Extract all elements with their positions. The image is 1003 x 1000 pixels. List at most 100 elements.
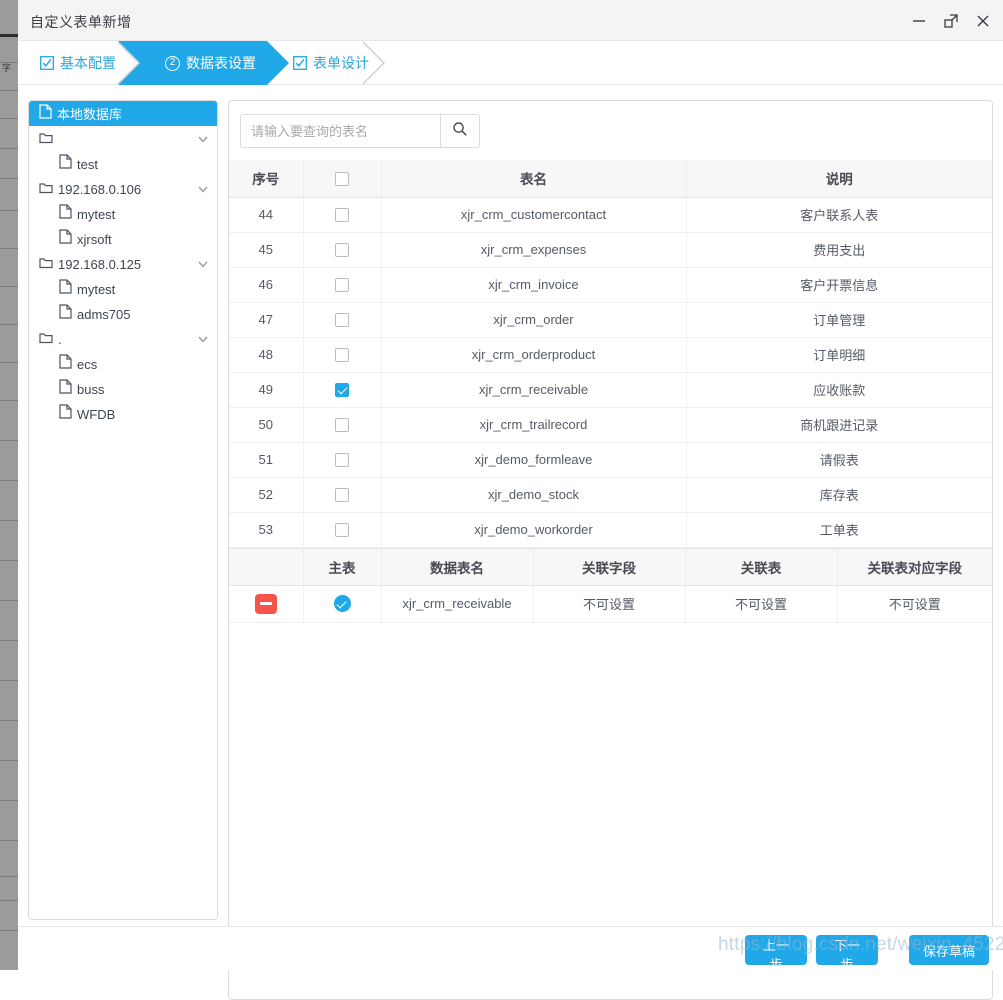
cell-table-name: xjr_crm_order [381, 302, 687, 338]
cell-select[interactable] [303, 407, 382, 443]
tab-basic-config[interactable]: 基本配置 [40, 41, 116, 85]
remove-icon[interactable] [254, 593, 277, 614]
table-row[interactable]: 53 xjr_demo_workorder 工单表 [229, 512, 992, 548]
tree-item-192.168.0.106[interactable]: 192.168.0.106 [29, 176, 217, 201]
cell-select[interactable] [303, 337, 382, 373]
cell-select[interactable] [303, 477, 382, 513]
table-row[interactable]: 46 xjr_crm_invoice 客户开票信息 [229, 267, 992, 303]
tree-item-xjrsoft[interactable]: xjrsoft [29, 226, 217, 251]
row-checkbox[interactable] [335, 243, 349, 258]
row-checkbox[interactable] [335, 383, 349, 398]
table-list-grid: 序号 表名 说明 44 xjr_crm_customercontact 客户联系人表… [229, 160, 992, 548]
row-checkbox[interactable] [335, 523, 349, 538]
tab-form-design[interactable]: 表单设计 [293, 41, 369, 85]
previous-step-button[interactable]: 上一步 [745, 935, 807, 972]
tree-item-mytest[interactable]: mytest [29, 201, 217, 226]
tree-item-mytest[interactable]: mytest [29, 276, 217, 301]
tree-item-label: WFDB [77, 407, 116, 423]
cell-relation-target-field: 不可设置 [837, 585, 992, 623]
column-header-select-all[interactable] [303, 160, 382, 198]
main-table-radio[interactable] [333, 595, 351, 613]
file-icon [59, 302, 72, 327]
cell-seq: 53 [229, 512, 304, 548]
tree-item-WFDB[interactable]: WFDB [29, 401, 217, 426]
step-divider-1 [117, 41, 140, 85]
cell-main-table[interactable] [303, 585, 382, 623]
table-row[interactable]: 45 xjr_crm_expenses 费用支出 [229, 232, 992, 268]
maximize-icon[interactable] [939, 9, 963, 33]
cell-table-name: xjr_crm_customercontact [381, 197, 687, 233]
cell-select[interactable] [303, 372, 382, 408]
cell-description: 请假表 [686, 442, 992, 478]
tree-item-label: 本地数据库 [57, 107, 123, 123]
tree-item-192.168.0.125[interactable]: 192.168.0.125 [29, 251, 217, 276]
close-icon[interactable] [971, 9, 995, 33]
chevron-down-icon [198, 260, 208, 268]
relation-column-header-relation-target-field: 关联表对应字段 [837, 547, 992, 586]
tree-expand-toggle[interactable] [197, 126, 209, 151]
tree-item-label: test [77, 157, 98, 173]
table-row[interactable]: 48 xjr_crm_orderproduct 订单明细 [229, 337, 992, 373]
relation-column-header-table-name: 数据表名 [381, 547, 534, 586]
row-checkbox[interactable] [335, 208, 349, 223]
next-step-button[interactable]: 下一步 [816, 935, 878, 972]
tree-item-root0[interactable]: 本地数据库 [29, 101, 217, 126]
select-all-checkbox[interactable] [335, 171, 349, 186]
tree-expand-toggle[interactable] [197, 326, 209, 351]
cell-seq: 45 [229, 232, 304, 268]
tree-item-ecs[interactable]: ecs [29, 351, 217, 376]
row-checkbox[interactable] [335, 278, 349, 293]
table-row[interactable]: 44 xjr_crm_customercontact 客户联系人表 [229, 197, 992, 233]
table-row[interactable]: 49 xjr_crm_receivable 应收账款 [229, 372, 992, 408]
cell-table-name: xjr_crm_orderproduct [381, 337, 687, 373]
tree-item-root1[interactable] [29, 126, 217, 151]
row-checkbox[interactable] [335, 313, 349, 328]
tree-item-label: xjrsoft [77, 232, 112, 248]
column-header-table-name: 表名 [381, 160, 687, 198]
column-header-description: 说明 [686, 160, 992, 198]
search-group [240, 114, 480, 148]
relation-column-header-relation-field: 关联字段 [533, 547, 686, 586]
tree-expand-toggle[interactable] [197, 251, 209, 276]
row-checkbox[interactable] [335, 453, 349, 468]
cell-select[interactable] [303, 197, 382, 233]
tree-item-.[interactable]: . [29, 326, 217, 351]
tree-item-buss[interactable]: buss [29, 376, 217, 401]
search-button[interactable] [440, 114, 480, 148]
file-icon [59, 277, 72, 302]
table-row[interactable]: 51 xjr_demo_formleave 请假表 [229, 442, 992, 478]
table-row[interactable]: 47 xjr_crm_order 订单管理 [229, 302, 992, 338]
table-row[interactable]: 52 xjr_demo_stock 库存表 [229, 477, 992, 513]
row-checkbox[interactable] [335, 418, 349, 433]
tree-item-label: ecs [77, 357, 98, 373]
cell-select[interactable] [303, 232, 382, 268]
cell-select[interactable] [303, 512, 382, 548]
cell-select[interactable] [303, 442, 382, 478]
database-tree-panel: 本地数据库 test 192.168.0.106 mytest xjrsoft 192.1… [28, 100, 218, 920]
file-icon [59, 402, 72, 427]
relation-row[interactable]: xjr_crm_receivable 不可设置 不可设置 不可设置 [229, 585, 992, 623]
row-checkbox[interactable] [335, 488, 349, 503]
tree-item-adms705[interactable]: adms705 [29, 301, 217, 326]
minimize-icon[interactable] [907, 9, 931, 33]
cell-table-name: xjr_demo_stock [381, 477, 687, 513]
modal-window: 自定义表单新增 基本配置 2 数据表设置 表单设计 本地数据库 test 192… [18, 0, 1003, 1000]
row-checkbox[interactable] [335, 348, 349, 363]
save-draft-button[interactable]: 保存草稿 [909, 935, 989, 965]
cell-select[interactable] [303, 302, 382, 338]
cell-seq: 50 [229, 407, 304, 443]
tables-container: 序号 表名 说明 44 xjr_crm_customercontact 客户联系人表… [228, 160, 993, 1000]
cell-seq: 47 [229, 302, 304, 338]
tree-item-test[interactable]: test [29, 151, 217, 176]
file-icon [59, 202, 72, 227]
tree-expand-toggle[interactable] [197, 176, 209, 201]
tab-table-settings[interactable]: 2 数据表设置 [165, 41, 256, 85]
cell-table-name: xjr_crm_invoice [381, 267, 687, 303]
step-2-arrow [267, 41, 289, 85]
database-tree-list: 本地数据库 test 192.168.0.106 mytest xjrsoft 192.1… [29, 101, 217, 426]
cell-select[interactable] [303, 267, 382, 303]
table-row[interactable]: 50 xjr_crm_trailrecord 商机跟进记录 [229, 407, 992, 443]
cell-delete[interactable] [229, 585, 304, 623]
search-input[interactable] [240, 114, 440, 148]
relation-column-header-main-table: 主表 [303, 547, 382, 586]
